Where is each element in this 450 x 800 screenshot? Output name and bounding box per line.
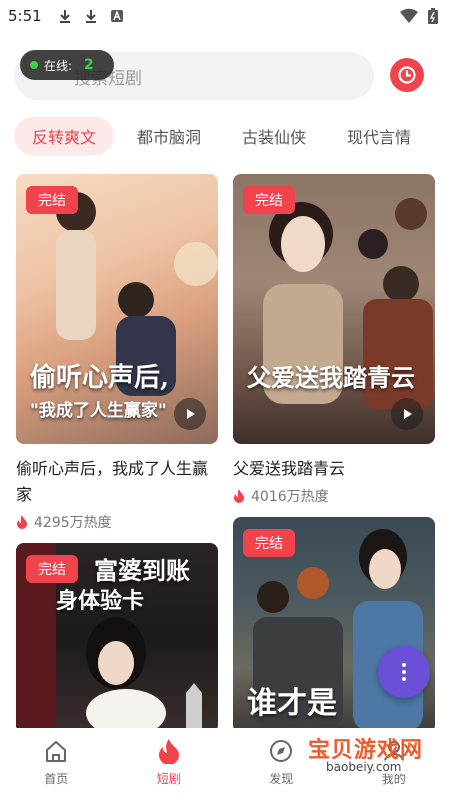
wifi-icon bbox=[400, 8, 418, 23]
online-label: 在线: bbox=[44, 58, 73, 73]
heat-count: 4295万热度 bbox=[34, 515, 112, 531]
drama-card[interactable]: 完结 偷听心声后, "我成了人生赢家" 偷听心声后，我成了人生赢家 4295万热… bbox=[16, 174, 218, 532]
nav-label: 发现 bbox=[269, 772, 294, 786]
nav-short-drama[interactable]: 短剧 bbox=[113, 728, 226, 800]
more-options-button[interactable] bbox=[378, 646, 430, 698]
drama-title[interactable]: 父爱送我踏青云 bbox=[233, 456, 435, 482]
home-icon bbox=[46, 741, 67, 762]
drama-card[interactable]: 完结 富婆到账 身体验卡 bbox=[16, 543, 218, 733]
flame-icon bbox=[234, 489, 244, 503]
nav-label: 短剧 bbox=[156, 772, 181, 786]
nav-label: 首页 bbox=[44, 772, 69, 786]
dot-icon bbox=[402, 663, 406, 667]
drama-title[interactable]: 偷听心声后，我成了人生赢家 bbox=[16, 456, 218, 508]
dot-icon bbox=[402, 670, 406, 674]
watermark-url: baobeiy.com bbox=[322, 760, 406, 774]
drama-poster[interactable]: 完结 富婆到账 身体验卡 bbox=[16, 543, 218, 733]
history-button[interactable] bbox=[390, 58, 424, 92]
poster-title: 偷听心声后, bbox=[30, 363, 170, 393]
status-badge: 完结 bbox=[26, 555, 78, 583]
dot-icon bbox=[402, 677, 406, 681]
play-button[interactable] bbox=[174, 398, 206, 430]
status-badge: 完结 bbox=[243, 186, 295, 214]
status-badge: 完结 bbox=[26, 186, 78, 214]
play-button[interactable] bbox=[391, 398, 423, 430]
drama-poster[interactable]: 完结 谁才是 bbox=[233, 517, 435, 733]
tab-urban[interactable]: 都市脑洞 bbox=[119, 117, 219, 155]
heat-row: 4016万热度 bbox=[233, 486, 435, 506]
online-indicator[interactable]: 在线: 2 bbox=[20, 50, 114, 80]
status-badge: 完结 bbox=[243, 529, 295, 557]
download-icon bbox=[85, 10, 96, 23]
play-icon bbox=[404, 409, 412, 419]
online-dot-icon bbox=[30, 61, 38, 69]
heat-row: 4295万热度 bbox=[16, 512, 218, 532]
drama-card[interactable]: 完结 父爱送我踏青云 父爱送我踏青云 4016万热度 bbox=[233, 174, 435, 506]
status-time: 5:51 bbox=[8, 7, 42, 25]
heat-count: 4016万热度 bbox=[251, 489, 329, 505]
status-bar: 5:51 bbox=[0, 0, 450, 32]
poster-subtitle: 身体验卡 bbox=[56, 588, 145, 614]
tab-reversal[interactable]: 反转爽文 bbox=[14, 117, 115, 155]
drama-poster[interactable]: 完结 偷听心声后, "我成了人生赢家" bbox=[16, 174, 218, 444]
nav-home[interactable]: 首页 bbox=[0, 728, 113, 800]
drama-card[interactable]: 完结 谁才是 bbox=[233, 517, 435, 733]
online-count: 2 bbox=[84, 57, 94, 73]
battery-icon bbox=[428, 8, 438, 24]
poster-title: 父爱送我踏青云 bbox=[247, 363, 415, 392]
poster-title: 富婆到账 bbox=[94, 556, 190, 585]
drama-poster[interactable]: 完结 父爱送我踏青云 bbox=[233, 174, 435, 444]
tab-costume[interactable]: 古装仙侠 bbox=[224, 117, 324, 155]
app-notification-icon bbox=[110, 10, 123, 22]
clock-icon bbox=[398, 66, 416, 84]
download-icon bbox=[59, 10, 70, 23]
compass-icon bbox=[270, 740, 293, 762]
site-watermark: 宝贝游戏网 baobeiy.com bbox=[300, 732, 440, 782]
tab-romance[interactable]: 现代言情 bbox=[329, 117, 429, 155]
category-tabs: 反转爽文 都市脑洞 古装仙侠 现代言情 bbox=[14, 117, 434, 155]
flame-icon bbox=[158, 739, 179, 764]
flame-icon bbox=[17, 515, 27, 529]
play-icon bbox=[187, 409, 195, 419]
